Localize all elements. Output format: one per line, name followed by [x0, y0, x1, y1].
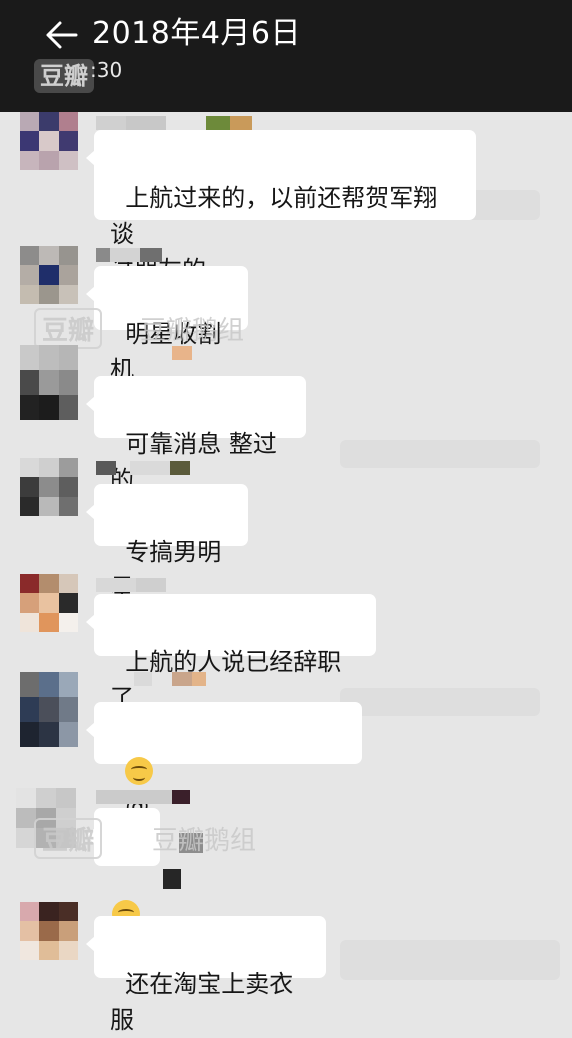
blurred-background-shape [340, 440, 540, 468]
message-bubble[interactable]: 专搞男明星 [86, 484, 248, 602]
sender-name-blurred [96, 116, 252, 130]
blurred-background-shape [340, 940, 560, 980]
blurred-background-shape [340, 688, 540, 716]
sender-name-blurred [134, 672, 206, 686]
sender-name-blurred [96, 461, 190, 475]
avatar[interactable] [20, 574, 78, 632]
sender-name-blurred [172, 346, 192, 360]
watermark-group-name: 豆瓣鹅组 [152, 826, 257, 856]
douban-group-watermark: 豆瓣 豆瓣鹅组 [34, 818, 256, 859]
watermark-logo: 豆瓣 [34, 308, 103, 349]
watermark-group-name: 豆瓣鹅组 [140, 316, 245, 346]
avatar[interactable] [20, 345, 78, 420]
sender-name-blurred [96, 790, 190, 804]
header-time-fragment: :30 [90, 58, 123, 82]
message-text: 还在淘宝上卖衣服 [110, 970, 294, 1034]
douban-watermark-logo: 豆瓣 [34, 59, 94, 93]
header-subline: 豆瓣 :30 [34, 58, 122, 94]
message-bubble[interactable]: 还在淘宝上卖衣服 [86, 916, 326, 1034]
chat-header: 2018年4月6日 豆瓣 :30 [0, 0, 572, 112]
sender-name-blurred [96, 578, 166, 592]
avatar[interactable] [20, 246, 78, 304]
message-bubble[interactable]: 可靠消息 整过的 [86, 376, 306, 494]
redacted-mention-name [163, 869, 182, 889]
chat-date-title: 2018年4月6日 [92, 16, 302, 51]
sender-name-blurred [96, 248, 162, 262]
avatar[interactable] [20, 458, 78, 516]
message-text: 专搞男明星 [110, 538, 222, 602]
message-bubble[interactable]: 上航的人说已经辞职了 [86, 594, 376, 712]
watermark-logo: 豆瓣 [34, 818, 103, 859]
avatar[interactable] [20, 672, 78, 747]
back-arrow-icon[interactable] [44, 18, 84, 52]
douban-group-watermark: 豆瓣 豆瓣鹅组 [34, 308, 244, 349]
message-bubble[interactable]: @ 可靠 [86, 702, 362, 964]
avatar[interactable] [20, 902, 78, 960]
thinking-emoji-icon [125, 757, 154, 785]
message-bubble[interactable]: 上航过来的，以前还帮贺军翔谈 过朋友的 [86, 130, 476, 284]
avatar[interactable] [20, 112, 78, 170]
